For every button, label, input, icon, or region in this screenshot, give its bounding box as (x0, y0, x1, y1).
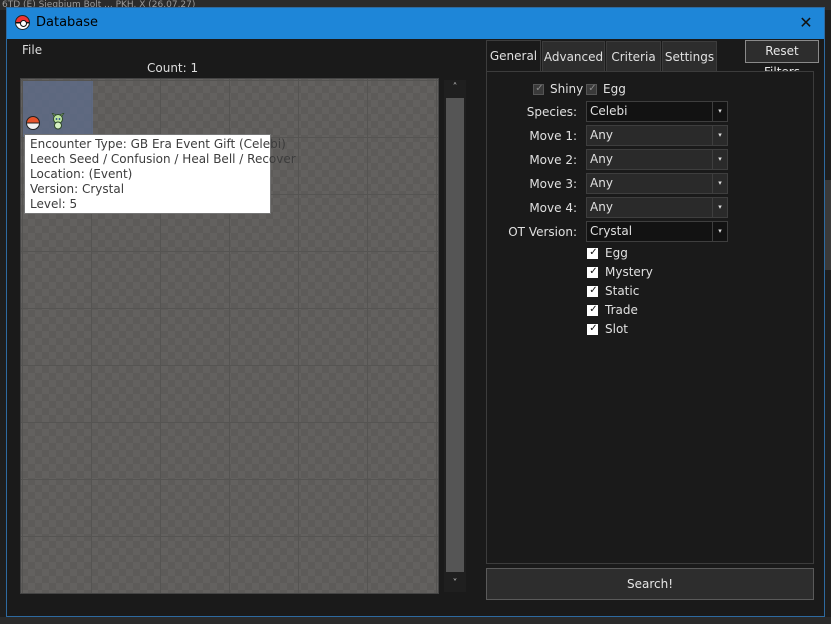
egg-checkbox[interactable]: ✓ (587, 247, 598, 259)
window-title: Database (36, 15, 99, 30)
pokeball-icon (26, 116, 40, 130)
ot-version-dropdown[interactable]: Crystal ▾ (586, 221, 728, 242)
trade-checkbox[interactable]: ✓ (587, 304, 598, 316)
check-icon: ✓ (589, 285, 598, 296)
move3-dropdown[interactable]: Any ▾ (586, 173, 728, 194)
egg-top-label: Egg (603, 82, 626, 96)
shiny-label: Shiny (550, 82, 584, 96)
check-icon: ✓ (589, 304, 598, 315)
tab-advanced[interactable]: Advanced (542, 41, 605, 72)
chevron-down-icon: ▾ (712, 222, 727, 241)
close-button[interactable]: ✕ (788, 8, 824, 39)
scroll-up-button[interactable]: ˄ (444, 80, 466, 96)
move1-dropdown[interactable]: Any ▾ (586, 125, 728, 146)
check-icon: ✓ (589, 323, 598, 334)
tab-settings[interactable]: Settings (662, 41, 717, 72)
check-icon: ✓ (589, 266, 598, 277)
title-bar: Database ✕ (7, 8, 824, 39)
database-window: Database ✕ File Count: 1 ˄ ˅ Encounter T… (6, 7, 825, 617)
static-checkbox[interactable]: ✓ (587, 285, 598, 297)
species-label: Species: (526, 105, 577, 119)
scroll-thumb[interactable] (446, 98, 464, 572)
check-icon: ✓ (588, 83, 597, 94)
species-dropdown[interactable]: Celebi ▾ (586, 101, 728, 122)
move2-label: Move 2: (529, 153, 577, 167)
chevron-down-icon: ▾ (712, 198, 727, 217)
general-panel: ✓ Shiny ✓ Egg Species: Celebi ▾ Move 1: A… (486, 71, 814, 564)
move1-label: Move 1: (529, 129, 577, 143)
mystery-checkbox-label: Mystery (605, 265, 653, 279)
static-checkbox-label: Static (605, 284, 640, 298)
tooltip-version: Version: Crystal (30, 182, 125, 196)
result-count: Count: 1 (147, 61, 199, 75)
move4-label: Move 4: (529, 201, 577, 215)
slot-checkbox-label: Slot (605, 322, 628, 336)
mystery-checkbox[interactable]: ✓ (587, 266, 598, 278)
scroll-down-button[interactable]: ˅ (444, 576, 466, 592)
ot-version-label: OT Version: (508, 225, 577, 239)
move1-value: Any (590, 128, 613, 142)
egg-top-checkbox[interactable]: ✓ (586, 83, 597, 95)
tab-general[interactable]: General (486, 40, 541, 73)
shiny-checkbox[interactable]: ✓ (533, 83, 544, 95)
ot-version-value: Crystal (590, 224, 633, 238)
taskbar-strip (0, 617, 831, 624)
tooltip-location: Location: (Event) (30, 167, 133, 181)
tooltip-moves: Leech Seed / Confusion / Heal Bell / Rec… (30, 152, 296, 166)
chevron-down-icon: ▾ (712, 126, 727, 145)
encounter-tooltip: Encounter Type: GB Era Event Gift (Celeb… (24, 134, 296, 214)
move2-value: Any (590, 152, 613, 166)
move3-value: Any (590, 176, 613, 190)
celebi-sprite-icon (51, 113, 65, 130)
results-scrollbar[interactable]: ˄ ˅ (444, 80, 466, 592)
chevron-down-icon: ▾ (712, 102, 727, 121)
reset-filters-button[interactable]: Reset Filters (745, 40, 819, 79)
search-button[interactable]: Search! (486, 568, 814, 600)
check-icon: ✓ (589, 247, 598, 258)
menu-file[interactable]: File (22, 43, 42, 57)
slot-checkbox[interactable]: ✓ (587, 323, 598, 335)
egg-checkbox-label: Egg (605, 246, 628, 260)
move3-label: Move 3: (529, 177, 577, 191)
chevron-down-icon: ▾ (712, 150, 727, 169)
check-icon: ✓ (535, 83, 544, 94)
tooltip-level: Level: 5 (30, 197, 78, 211)
tab-criteria[interactable]: Criteria (606, 41, 661, 72)
move2-dropdown[interactable]: Any ▾ (586, 149, 728, 170)
move4-dropdown[interactable]: Any ▾ (586, 197, 728, 218)
tooltip-encounter-type: Encounter Type: GB Era Event Gift (Celeb… (30, 137, 286, 151)
species-value: Celebi (590, 104, 628, 118)
move4-value: Any (590, 200, 613, 214)
trade-checkbox-label: Trade (605, 303, 638, 317)
chevron-down-icon: ▾ (712, 174, 727, 193)
pokeball-icon (15, 15, 30, 30)
background-window-edge (825, 180, 831, 270)
